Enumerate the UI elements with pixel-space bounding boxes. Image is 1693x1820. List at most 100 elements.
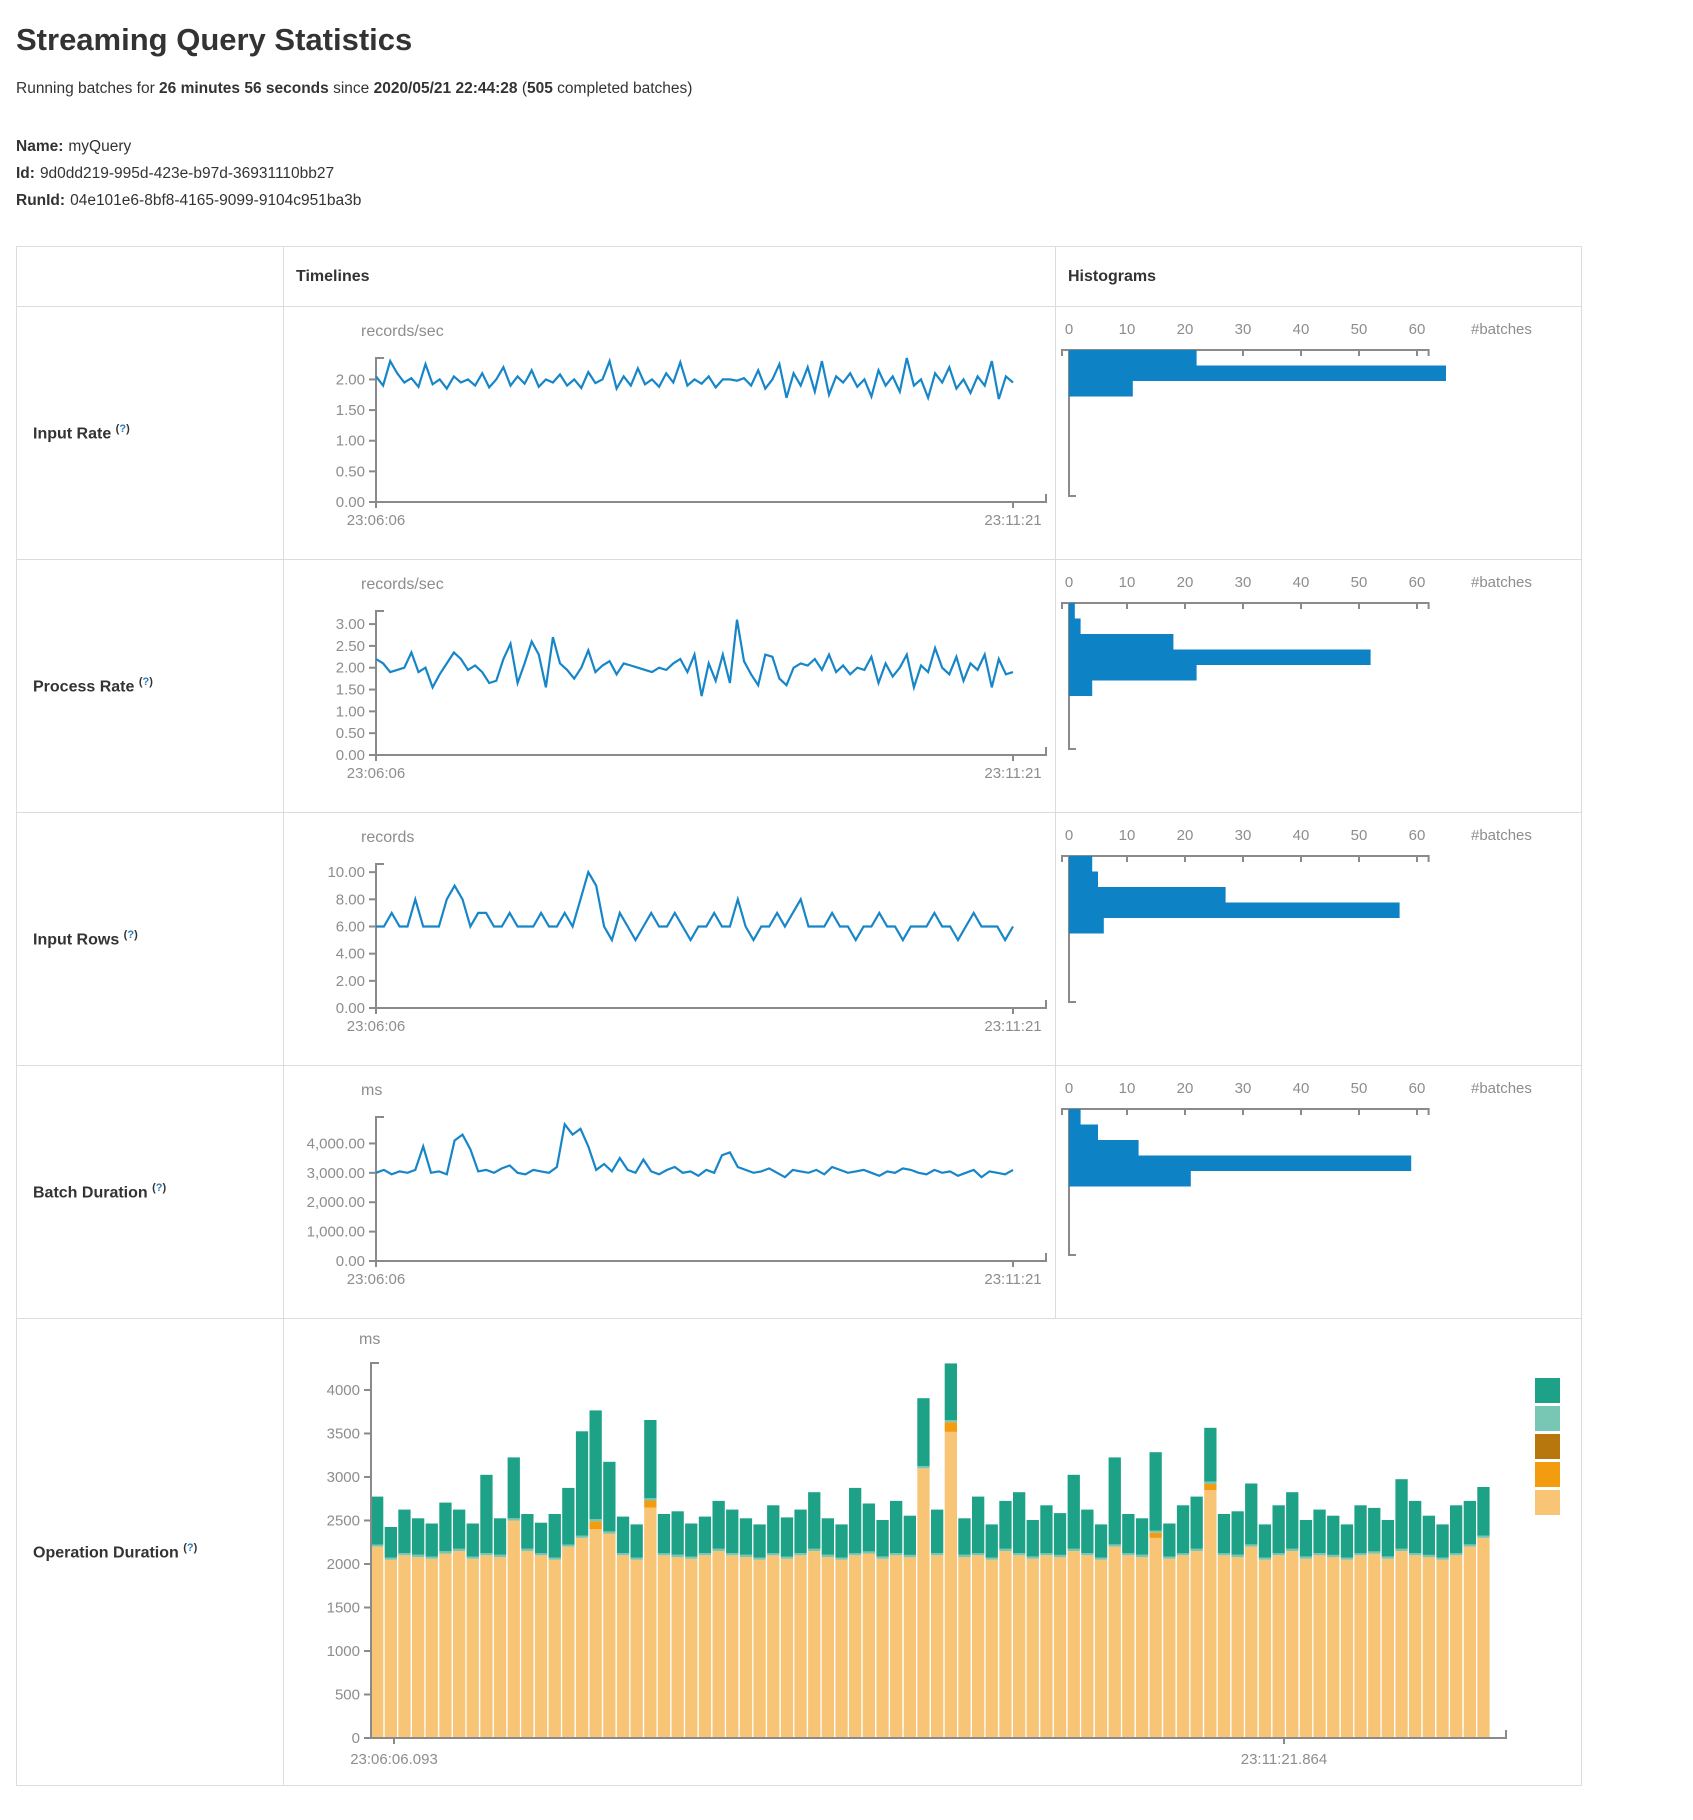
input-rate-timeline-chart: records/sec2.001.501.000.500.0023:06:062… bbox=[284, 308, 1055, 559]
svg-text:20: 20 bbox=[1177, 827, 1194, 844]
operation-duration-stacked-chart: ms4000350030002500200015001000500023:06:… bbox=[284, 1320, 1581, 1785]
page-title: Streaming Query Statistics bbox=[16, 22, 1677, 58]
header-row: Timelines Histograms bbox=[17, 247, 1582, 307]
svg-text:23:11:21: 23:11:21 bbox=[984, 765, 1041, 782]
svg-text:500: 500 bbox=[335, 1686, 360, 1703]
svg-text:10.00: 10.00 bbox=[327, 864, 365, 881]
metric-label-input-rate: Input Rate bbox=[33, 425, 111, 442]
svg-text:10: 10 bbox=[1119, 321, 1136, 338]
help-icon[interactable]: (?) bbox=[139, 676, 153, 688]
svg-text:3.00: 3.00 bbox=[336, 616, 365, 633]
svg-text:1000: 1000 bbox=[327, 1642, 360, 1659]
svg-text:#batches: #batches bbox=[1471, 1080, 1532, 1097]
svg-text:10: 10 bbox=[1119, 574, 1136, 591]
svg-text:30: 30 bbox=[1235, 1080, 1252, 1097]
svg-text:60: 60 bbox=[1409, 321, 1426, 338]
corner-cell bbox=[17, 247, 284, 307]
svg-text:0: 0 bbox=[1065, 321, 1073, 338]
legend-swatch-series-teal bbox=[1535, 1378, 1560, 1403]
svg-text:60: 60 bbox=[1409, 1080, 1426, 1097]
svg-text:3500: 3500 bbox=[327, 1425, 360, 1442]
svg-text:2.00: 2.00 bbox=[336, 659, 365, 676]
svg-text:20: 20 bbox=[1177, 574, 1194, 591]
svg-text:1500: 1500 bbox=[327, 1599, 360, 1616]
svg-text:#batches: #batches bbox=[1471, 827, 1532, 844]
svg-text:3000: 3000 bbox=[327, 1468, 360, 1485]
query-run-id: RunId:04e101e6-8bf8-4165-9099-9104c951ba… bbox=[16, 192, 1677, 210]
input-rows-timeline-chart: records10.008.006.004.002.000.0023:06:06… bbox=[284, 814, 1055, 1065]
svg-text:2.00: 2.00 bbox=[336, 972, 365, 989]
svg-text:3,000.00: 3,000.00 bbox=[307, 1164, 365, 1181]
help-icon[interactable]: (?) bbox=[124, 929, 138, 941]
query-name: Name:myQuery bbox=[16, 138, 1677, 156]
svg-text:1.50: 1.50 bbox=[336, 681, 365, 698]
svg-text:60: 60 bbox=[1409, 827, 1426, 844]
svg-text:40: 40 bbox=[1293, 321, 1310, 338]
svg-text:records: records bbox=[361, 829, 414, 846]
query-id: Id:9d0dd219-995d-423e-b97d-36931110bb27 bbox=[16, 165, 1677, 183]
input-rate-histogram-chart: 0102030405060#batches bbox=[1056, 308, 1581, 559]
legend-swatch-series-light-teal bbox=[1535, 1406, 1560, 1431]
svg-text:1,000.00: 1,000.00 bbox=[307, 1223, 365, 1240]
help-icon[interactable]: (?) bbox=[183, 1542, 197, 1554]
svg-text:20: 20 bbox=[1177, 321, 1194, 338]
svg-text:1.00: 1.00 bbox=[336, 432, 365, 449]
svg-text:23:06:06: 23:06:06 bbox=[347, 765, 405, 782]
svg-text:0.00: 0.00 bbox=[336, 747, 365, 764]
table-row-batch-duration: Batch Duration (?) ms4,000.003,000.002,0… bbox=[17, 1066, 1582, 1319]
input-rows-histogram-chart: 0102030405060#batches bbox=[1056, 814, 1581, 1065]
process-rate-timeline-chart: records/sec3.002.502.001.501.000.500.002… bbox=[284, 561, 1055, 812]
help-icon[interactable]: (?) bbox=[116, 423, 130, 435]
svg-text:8.00: 8.00 bbox=[336, 891, 365, 908]
legend-swatch-series-orange bbox=[1535, 1462, 1560, 1487]
legend-swatch-series-dark-gold bbox=[1535, 1434, 1560, 1459]
svg-text:0: 0 bbox=[352, 1730, 360, 1747]
svg-text:40: 40 bbox=[1293, 827, 1310, 844]
svg-text:10: 10 bbox=[1119, 1080, 1136, 1097]
svg-text:0: 0 bbox=[1065, 1080, 1073, 1097]
batch-duration-histogram-chart: 0 10 20 30 40 50 60 #batches bbox=[1056, 1067, 1581, 1318]
svg-text:0: 0 bbox=[1065, 574, 1073, 591]
svg-text:50: 50 bbox=[1351, 321, 1368, 338]
svg-text:20: 20 bbox=[1177, 1080, 1194, 1097]
svg-text:10: 10 bbox=[1119, 827, 1136, 844]
svg-text:#batches: #batches bbox=[1471, 321, 1532, 338]
svg-text:#batches: #batches bbox=[1471, 574, 1532, 591]
svg-text:23:06:06.093: 23:06:06.093 bbox=[350, 1751, 438, 1768]
svg-text:40: 40 bbox=[1293, 574, 1310, 591]
svg-text:ms: ms bbox=[359, 1331, 380, 1348]
svg-text:50: 50 bbox=[1351, 574, 1368, 591]
timelines-header: Timelines bbox=[284, 247, 1056, 307]
running-batches-summary: Running batches for 26 minutes 56 second… bbox=[16, 80, 1677, 98]
svg-text:60: 60 bbox=[1409, 574, 1426, 591]
svg-text:23:11:21.864: 23:11:21.864 bbox=[1241, 1751, 1327, 1768]
legend-swatch-series-tan bbox=[1535, 1490, 1560, 1515]
svg-text:50: 50 bbox=[1351, 1080, 1368, 1097]
svg-text:23:06:06: 23:06:06 bbox=[347, 1271, 405, 1288]
svg-text:0: 0 bbox=[1065, 827, 1073, 844]
metric-label-batch-duration: Batch Duration bbox=[33, 1184, 148, 1201]
table-row-input-rate: Input Rate (?) records/sec2.001.501.000.… bbox=[17, 307, 1582, 560]
histograms-header: Histograms bbox=[1056, 247, 1582, 307]
svg-text:40: 40 bbox=[1293, 1080, 1310, 1097]
table-row-operation-duration: Operation Duration (?) ms 4000 3500 3000 250… bbox=[17, 1319, 1582, 1786]
svg-text:23:11:21: 23:11:21 bbox=[984, 512, 1041, 529]
svg-text:2,000.00: 2,000.00 bbox=[307, 1194, 365, 1211]
query-info: Name:myQuery Id:9d0dd219-995d-423e-b97d-… bbox=[16, 138, 1677, 210]
svg-text:2500: 2500 bbox=[327, 1512, 360, 1529]
svg-text:records/sec: records/sec bbox=[361, 323, 444, 340]
svg-text:6.00: 6.00 bbox=[336, 918, 365, 935]
metric-label-operation-duration: Operation Duration bbox=[33, 1544, 179, 1561]
svg-text:4.00: 4.00 bbox=[336, 945, 365, 962]
svg-text:4,000.00: 4,000.00 bbox=[307, 1135, 365, 1152]
table-row-process-rate: Process Rate (?) records/sec3.002.502.00… bbox=[17, 560, 1582, 813]
svg-text:1.00: 1.00 bbox=[336, 703, 365, 720]
svg-text:4000: 4000 bbox=[327, 1381, 360, 1398]
svg-text:30: 30 bbox=[1235, 574, 1252, 591]
svg-text:0.00: 0.00 bbox=[336, 1253, 365, 1270]
svg-text:30: 30 bbox=[1235, 827, 1252, 844]
svg-text:23:11:21: 23:11:21 bbox=[984, 1271, 1041, 1288]
svg-text:1.50: 1.50 bbox=[336, 402, 365, 419]
help-icon[interactable]: (?) bbox=[152, 1182, 166, 1194]
svg-text:0.00: 0.00 bbox=[336, 494, 365, 511]
